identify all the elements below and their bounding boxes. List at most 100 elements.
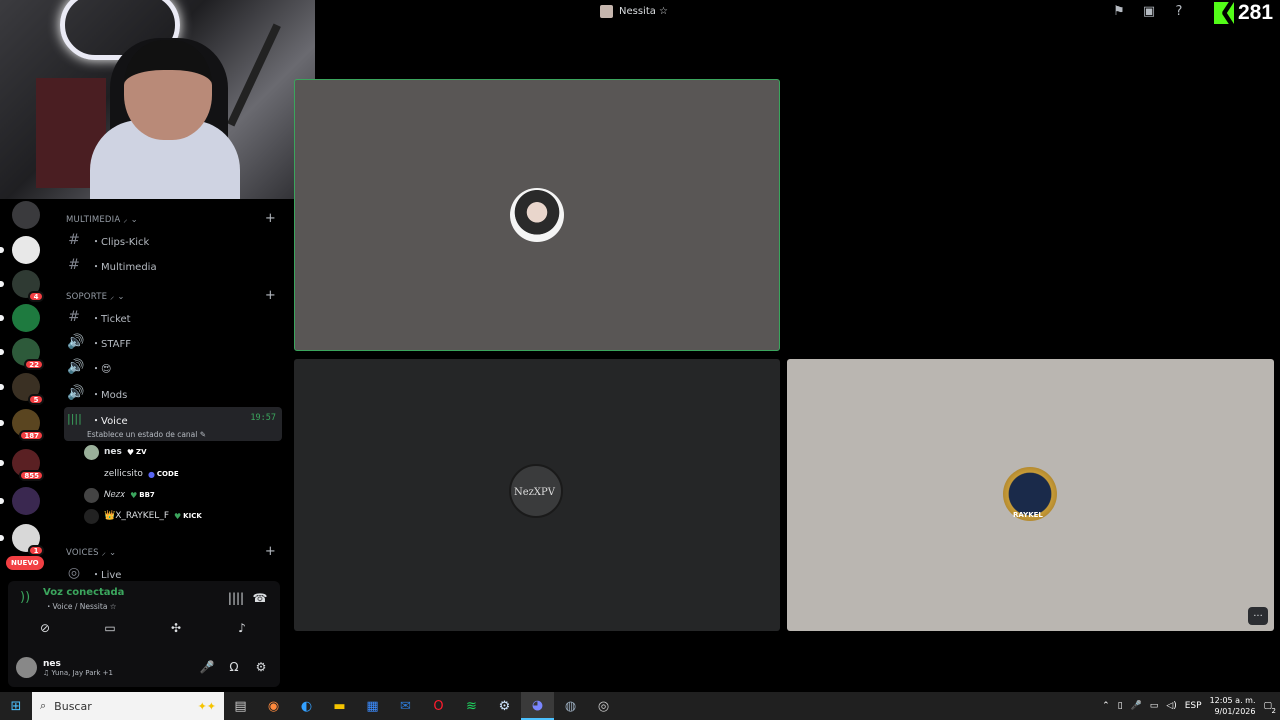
participant-tile[interactable]: NezXPV [294, 359, 780, 631]
channel-status-prompt[interactable]: Establece un estado de canal ✎ [87, 430, 206, 439]
flag-icon[interactable]: ⚑ [1110, 2, 1128, 20]
tag-label: BB7 [139, 491, 155, 499]
headphones-icon[interactable]: Ω [224, 658, 244, 676]
add-channel-icon[interactable]: + [265, 211, 276, 226]
category-label: VOICES ⸝ ⌄ [66, 547, 117, 558]
unread-badge: 187 [19, 430, 44, 441]
channel-list: MULTIMEDIA ⸝ ⌄ + # ・Clips-Kick # ・Multim… [58, 205, 284, 581]
search-icon: ⌕ [40, 699, 47, 712]
popout-icon[interactable]: ▣ [1140, 2, 1158, 20]
system-tray: ⌃ ▯ 🎤 ▭ ◁) ESP 12:05 a. m. 9/01/2026 ▢ 2 [1102, 692, 1280, 720]
server-icon[interactable]: 22 [0, 338, 44, 370]
kick-logo-icon [1214, 2, 1234, 24]
streamer-face [124, 40, 212, 140]
add-channel-icon[interactable]: + [265, 544, 276, 559]
voice-channel-path[interactable]: ・Voice / Nessita ☆ [45, 601, 117, 612]
user-tag: ♥ ZV [127, 448, 147, 457]
volume-icon[interactable]: ◁) [1166, 701, 1176, 711]
avatar-label: RAYKEL [1013, 511, 1043, 519]
category-multimedia[interactable]: MULTIMEDIA ⸝ ⌄ + [66, 211, 276, 226]
voice-user-name: 𝗻𝗲𝘀 [104, 447, 122, 457]
chevron-up-icon[interactable]: ⌃ [1102, 701, 1110, 711]
store-icon[interactable]: ▦ [356, 692, 389, 720]
server-icon[interactable]: 1 [0, 524, 44, 556]
discord-window: Nessita ☆ ⚑ ▣ ? 281 4 22 5 187 855 1 NUE… [0, 0, 1280, 692]
help-icon[interactable]: ? [1170, 2, 1188, 20]
category-voices[interactable]: VOICES ⸝ ⌄ + [66, 544, 276, 559]
mail-icon[interactable]: ✉ [389, 692, 422, 720]
user-tag: ♥ KICK [174, 512, 202, 521]
kick-viewer-counter: 281 [1214, 1, 1273, 25]
voice-status[interactable]: Voz conectada [43, 587, 124, 598]
heart-icon: ♥ [174, 511, 182, 521]
server-icon[interactable] [0, 304, 40, 332]
more-options-icon[interactable]: ··· [1248, 607, 1268, 625]
stage-channel-icon: ◎ [67, 565, 81, 581]
channel-emoji[interactable]: 🔊 ・😍 [64, 356, 282, 378]
text-channel-icon: # [68, 309, 80, 325]
screen-share-icon[interactable]: ▭ [97, 618, 123, 638]
current-user[interactable]: 𝗻𝗲𝘀 ♫ Yuna, Jay Park +1 [16, 657, 113, 678]
settings-gear-icon[interactable]: ⚙ [251, 658, 271, 676]
channel-multimedia[interactable]: # ・Multimedia [64, 254, 282, 276]
notification-icon[interactable]: ▢ 2 [1263, 701, 1276, 715]
voice-user[interactable]: 👑X_RAYKEL_F ♥ KICK [84, 507, 202, 525]
language-indicator[interactable]: ESP [1185, 701, 1202, 711]
add-channel-icon[interactable]: + [265, 288, 276, 303]
server-icon[interactable]: 855 [0, 449, 44, 481]
taskbar-search[interactable]: ⌕ Buscar ✦✦ [32, 692, 224, 720]
unread-badge: 855 [19, 470, 44, 481]
obs-icon[interactable]: ◎ [587, 692, 620, 720]
spotify-icon[interactable]: ≋ [455, 692, 488, 720]
server-icon[interactable]: 4 [0, 270, 44, 302]
server-icon[interactable]: 187 [0, 409, 44, 441]
channel-ticket[interactable]: # ・Ticket [64, 306, 282, 328]
microphone-tray-icon[interactable]: 🎤 [1131, 701, 1142, 711]
avatar-label: NezXPV [514, 487, 556, 498]
viewer-count: 281 [1238, 1, 1274, 24]
call-avatar [600, 4, 613, 18]
network-icon[interactable]: ▭ [1150, 701, 1159, 711]
windows-start-icon[interactable]: ⊞ [0, 692, 32, 720]
steam-icon[interactable]: ⚙ [488, 692, 521, 720]
soundboard-icon[interactable]: ♪ [229, 618, 255, 638]
voice-user[interactable]: 𝑁𝑒𝑧𝑥 ♥ BB7 [84, 486, 155, 504]
file-explorer-icon[interactable]: ▬ [323, 692, 356, 720]
opera-icon[interactable]: O [422, 692, 455, 720]
topbar-icons: ⚑ ▣ ? [1110, 2, 1188, 20]
microphone-arm [227, 23, 281, 127]
channel-mods[interactable]: 🔊 ・Mods [64, 382, 282, 404]
disconnect-icon[interactable]: ☎ [250, 589, 270, 607]
tray-app-icon[interactable]: ▯ [1118, 701, 1123, 711]
copilot-icon[interactable]: ◉ [257, 692, 290, 720]
noise-suppression-icon[interactable]: |||| [226, 589, 246, 607]
task-view-icon[interactable]: ▤ [224, 692, 257, 720]
unread-badge: 4 [28, 291, 44, 302]
voice-user-name: 𝑁𝑒𝑧𝑥 [104, 490, 126, 500]
server-icon[interactable] [0, 236, 40, 264]
activities-icon[interactable]: ✣ [163, 618, 189, 638]
participant-tile-speaking[interactable] [294, 79, 780, 351]
edge-icon[interactable]: ◐ [290, 692, 323, 720]
server-icon[interactable] [12, 201, 40, 229]
voice-channel-icon: 🔊 [67, 334, 85, 350]
voice-user[interactable]: 𝗻𝗲𝘀 ♥ ZV [84, 443, 147, 461]
camera-off-icon[interactable]: ⊘ [32, 618, 58, 638]
server-icon[interactable]: 5 [0, 373, 44, 405]
channel-label: ・Clips-Kick [91, 236, 150, 248]
avatar [16, 657, 37, 678]
voice-user[interactable]: zellicsito ● CODE [84, 465, 179, 483]
voice-active-icon: |||| [67, 412, 82, 425]
microphone-icon[interactable]: 🎤 [197, 658, 217, 676]
server-icon[interactable] [0, 487, 40, 515]
channel-label: ・Ticket [91, 313, 131, 325]
channel-clips-kick[interactable]: # ・Clips-Kick [64, 229, 282, 251]
channel-staff[interactable]: 🔊 ・STAFF [64, 331, 282, 353]
category-soporte[interactable]: SOPORTE ⸝ ⌄ + [66, 288, 276, 303]
app-icon[interactable]: ◍ [554, 692, 587, 720]
participant-tile[interactable]: RAYKEL ··· [787, 359, 1274, 631]
discord-icon[interactable]: ◕ [521, 692, 554, 720]
signal-icon[interactable]: )) [20, 590, 30, 605]
clock[interactable]: 12:05 a. m. 9/01/2026 [1210, 695, 1256, 717]
notification-count: 2 [1271, 707, 1276, 715]
